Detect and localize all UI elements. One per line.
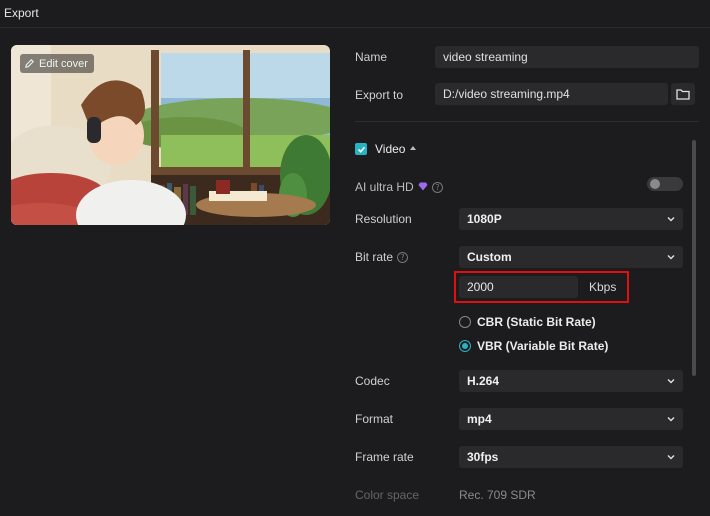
ai-ultra-hd-label: AI ultra HD <box>355 180 414 194</box>
codec-value: H.264 <box>467 374 500 388</box>
toggle-knob <box>650 179 660 189</box>
resolution-value: 1080P <box>467 212 502 226</box>
format-label: Format <box>355 412 394 426</box>
codec-select[interactable]: H.264 <box>459 370 683 392</box>
section-divider <box>355 121 699 122</box>
vbr-radio[interactable] <box>459 340 471 352</box>
bitrate-input[interactable]: 2000 <box>459 276 578 298</box>
chevron-down-icon <box>667 217 675 222</box>
color-space-label: Color space <box>355 488 420 502</box>
frame-rate-label: Frame rate <box>355 450 414 464</box>
chevron-down-icon <box>667 255 675 260</box>
export-path-input[interactable]: D:/video streaming.mp4 <box>435 83 668 105</box>
export-path-value: D:/video streaming.mp4 <box>443 87 570 101</box>
cbr-radio[interactable] <box>459 316 471 328</box>
format-value: mp4 <box>467 412 492 426</box>
name-value: video streaming <box>443 50 528 64</box>
vbr-label[interactable]: VBR (Variable Bit Rate) <box>477 339 608 353</box>
edit-cover-label: Edit cover <box>39 57 88 70</box>
resolution-select[interactable]: 1080P <box>459 208 683 230</box>
bit-rate-mode: Custom <box>467 250 512 264</box>
browse-folder-button[interactable] <box>671 83 695 105</box>
frame-rate-value: 30fps <box>467 450 499 464</box>
window-title: Export <box>4 6 39 20</box>
video-section-title: Video <box>375 142 406 156</box>
chevron-down-icon <box>667 417 675 422</box>
edit-cover-button[interactable]: Edit cover <box>20 54 94 73</box>
resolution-label: Resolution <box>355 212 412 226</box>
title-bar: Export <box>0 0 710 28</box>
help-icon[interactable]: ? <box>432 182 443 193</box>
name-label: Name <box>355 50 388 64</box>
chevron-down-icon <box>667 379 675 384</box>
format-select[interactable]: mp4 <box>459 408 683 430</box>
cbr-label[interactable]: CBR (Static Bit Rate) <box>477 315 596 329</box>
codec-label: Codec <box>355 374 390 388</box>
export-to-label: Export to <box>355 88 404 102</box>
edit-icon <box>25 59 34 68</box>
bit-rate-select[interactable]: Custom <box>459 246 683 268</box>
ai-ultra-hd-toggle[interactable] <box>647 177 683 191</box>
name-input[interactable]: video streaming <box>435 46 699 68</box>
gem-icon <box>418 182 428 191</box>
caret-up-icon[interactable] <box>410 146 416 150</box>
bit-rate-label: Bit rate <box>355 250 394 264</box>
check-icon <box>357 146 365 153</box>
frame-rate-select[interactable]: 30fps <box>459 446 683 468</box>
settings-scrollbar[interactable] <box>692 140 696 376</box>
bitrate-value: 2000 <box>467 280 494 294</box>
color-space-value: Rec. 709 SDR <box>459 488 536 502</box>
video-checkbox[interactable] <box>355 143 367 155</box>
bitrate-unit: Kbps <box>589 280 617 294</box>
chevron-down-icon <box>667 455 675 460</box>
folder-icon <box>676 89 690 100</box>
help-icon[interactable]: ? <box>397 252 408 263</box>
